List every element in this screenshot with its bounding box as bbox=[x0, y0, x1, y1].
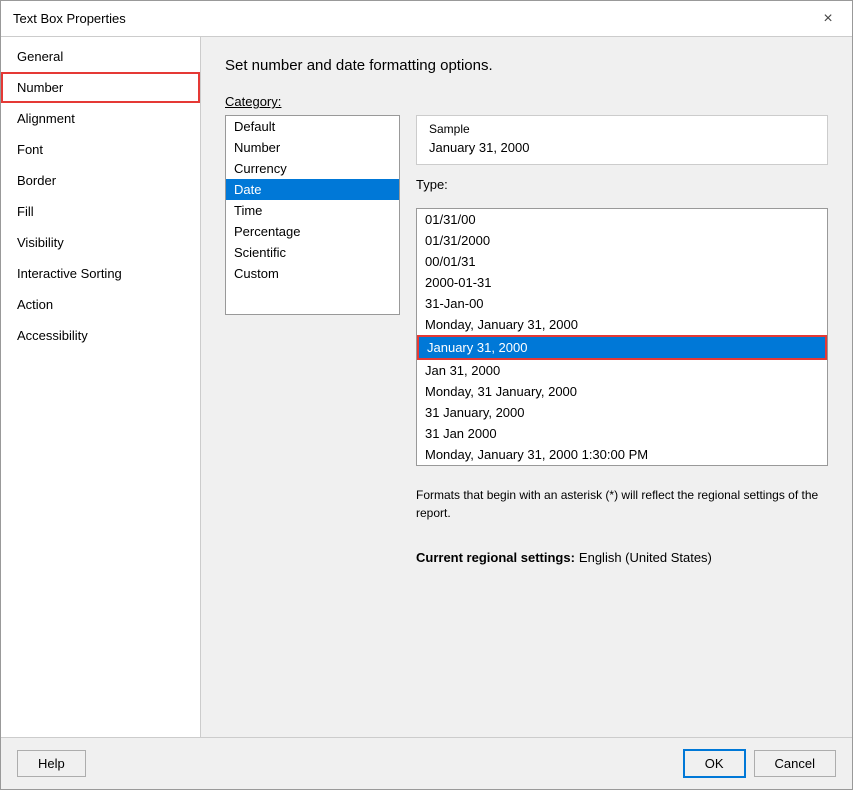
sidebar: General Number Alignment Font Border Fil… bbox=[1, 37, 201, 737]
type-item-6[interactable]: Monday, January 31, 2000 bbox=[417, 314, 827, 335]
sidebar-item-visibility[interactable]: Visibility bbox=[1, 227, 200, 258]
help-button[interactable]: Help bbox=[17, 750, 86, 777]
type-item-12[interactable]: Monday, January 31, 2000 1:30:00 PM bbox=[417, 444, 827, 465]
category-item-time[interactable]: Time bbox=[226, 200, 399, 221]
main-heading: Set number and date formatting options. bbox=[225, 57, 828, 74]
type-item-3[interactable]: 00/01/31 bbox=[417, 251, 827, 272]
sidebar-item-fill[interactable]: Fill bbox=[1, 196, 200, 227]
type-item-9[interactable]: Monday, 31 January, 2000 bbox=[417, 381, 827, 402]
sidebar-item-general[interactable]: General bbox=[1, 41, 200, 72]
title-bar: Text Box Properties × bbox=[1, 1, 852, 37]
category-listbox[interactable]: Default Number Currency Date Time Percen… bbox=[225, 115, 400, 315]
type-item-8[interactable]: Jan 31, 2000 bbox=[417, 360, 827, 381]
dialog-title: Text Box Properties bbox=[13, 11, 126, 26]
category-item-default[interactable]: Default bbox=[226, 116, 399, 137]
sample-value: January 31, 2000 bbox=[429, 140, 815, 155]
type-item-4[interactable]: 2000-01-31 bbox=[417, 272, 827, 293]
main-content: Set number and date formatting options. … bbox=[201, 37, 852, 737]
type-item-7[interactable]: January 31, 2000 bbox=[417, 335, 827, 360]
sidebar-item-font[interactable]: Font bbox=[1, 134, 200, 165]
ok-button[interactable]: OK bbox=[683, 749, 746, 778]
footer: Help OK Cancel bbox=[1, 737, 852, 789]
hint-text: Formats that begin with an asterisk (*) … bbox=[416, 486, 828, 522]
sidebar-item-accessibility[interactable]: Accessibility bbox=[1, 320, 200, 351]
sample-box: Sample January 31, 2000 bbox=[416, 115, 828, 165]
dialog: Text Box Properties × General Number Ali… bbox=[0, 0, 853, 790]
type-item-1[interactable]: 01/31/00 bbox=[417, 209, 827, 230]
type-label: Type: bbox=[416, 177, 828, 192]
category-item-percentage[interactable]: Percentage bbox=[226, 221, 399, 242]
right-panel: Sample January 31, 2000 Type: 01/31/00 0… bbox=[416, 115, 828, 565]
category-item-scientific[interactable]: Scientific bbox=[226, 242, 399, 263]
sidebar-item-number[interactable]: Number bbox=[1, 72, 200, 103]
dialog-body: General Number Alignment Font Border Fil… bbox=[1, 37, 852, 737]
category-item-currency[interactable]: Currency bbox=[226, 158, 399, 179]
category-item-custom[interactable]: Custom bbox=[226, 263, 399, 284]
regional-value: English (United States) bbox=[579, 550, 712, 565]
sidebar-item-action[interactable]: Action bbox=[1, 289, 200, 320]
regional-row: Current regional settings: English (Unit… bbox=[416, 550, 828, 565]
sidebar-item-interactive-sorting[interactable]: Interactive Sorting bbox=[1, 258, 200, 289]
type-item-2[interactable]: 01/31/2000 bbox=[417, 230, 827, 251]
category-label: Category: bbox=[225, 94, 828, 109]
type-item-5[interactable]: 31-Jan-00 bbox=[417, 293, 827, 314]
close-button[interactable]: × bbox=[816, 7, 840, 31]
content-row: Default Number Currency Date Time Percen… bbox=[225, 115, 828, 565]
sidebar-item-alignment[interactable]: Alignment bbox=[1, 103, 200, 134]
type-item-10[interactable]: 31 January, 2000 bbox=[417, 402, 827, 423]
category-item-number[interactable]: Number bbox=[226, 137, 399, 158]
regional-label: Current regional settings: bbox=[416, 550, 575, 565]
category-item-date[interactable]: Date bbox=[226, 179, 399, 200]
cancel-button[interactable]: Cancel bbox=[754, 750, 836, 777]
category-list-container: Default Number Currency Date Time Percen… bbox=[225, 115, 400, 315]
type-listbox[interactable]: 01/31/00 01/31/2000 00/01/31 2000-01-31 … bbox=[416, 208, 828, 466]
sample-label: Sample bbox=[429, 122, 815, 136]
sidebar-item-border[interactable]: Border bbox=[1, 165, 200, 196]
type-item-11[interactable]: 31 Jan 2000 bbox=[417, 423, 827, 444]
